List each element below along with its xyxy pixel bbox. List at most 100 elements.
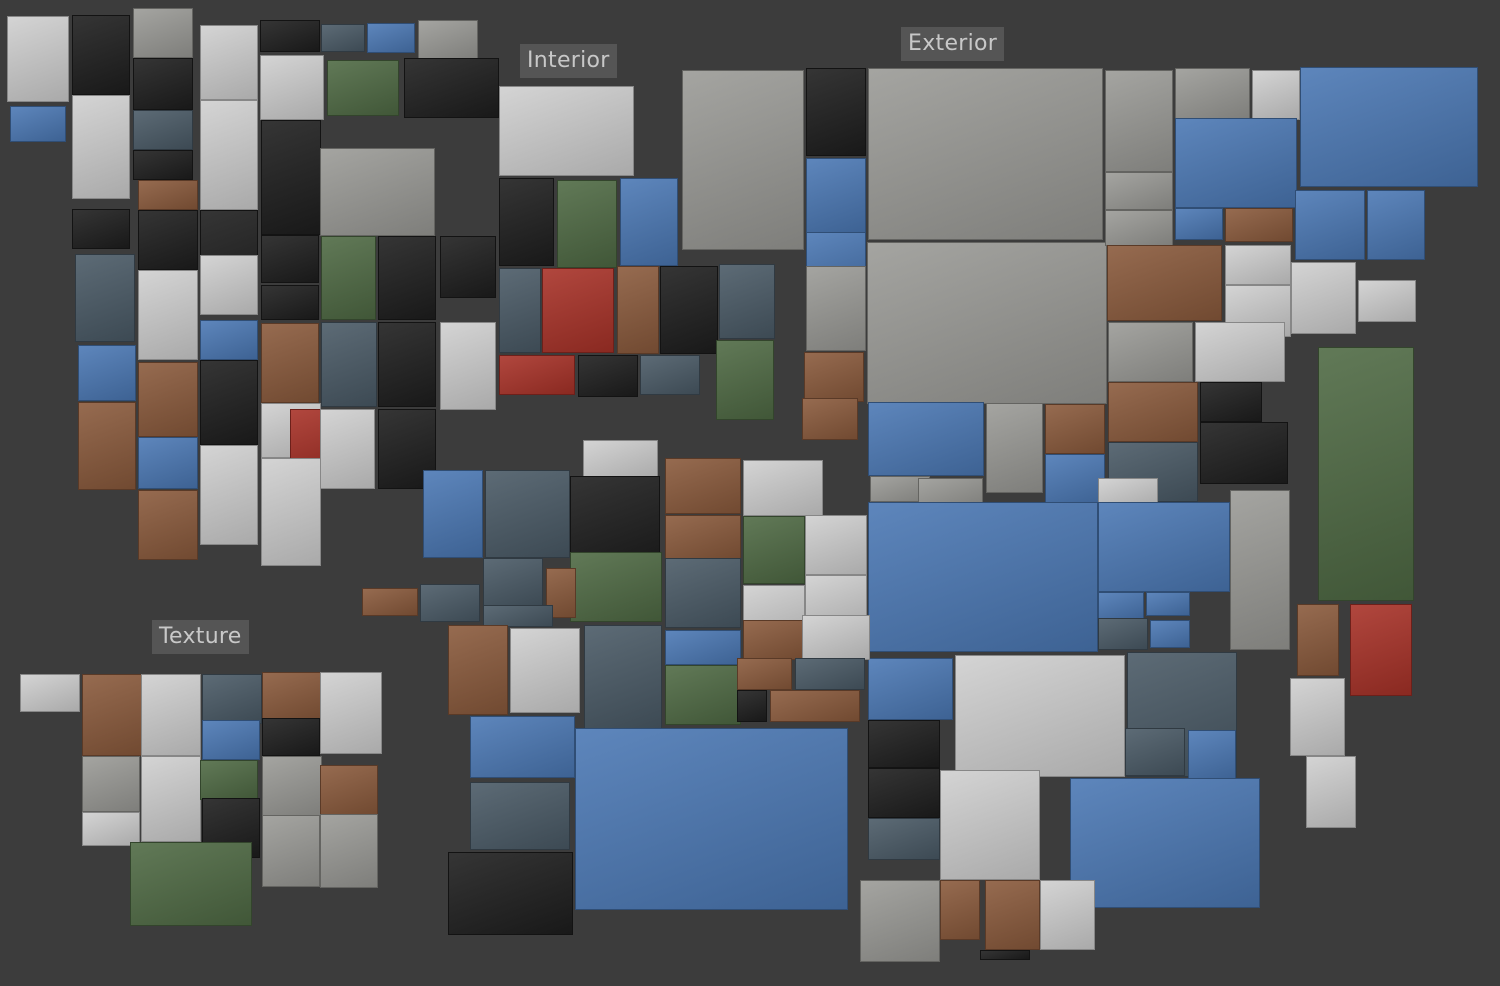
photo-thumbnail[interactable]: [440, 236, 496, 298]
photo-thumbnail[interactable]: [1300, 67, 1478, 187]
photo-thumbnail[interactable]: [737, 690, 767, 722]
photo-thumbnail[interactable]: [82, 812, 140, 846]
photo-thumbnail[interactable]: [802, 615, 870, 660]
photo-thumbnail[interactable]: [420, 584, 480, 622]
photo-thumbnail[interactable]: [138, 437, 198, 489]
photo-thumbnail[interactable]: [440, 322, 496, 410]
photo-thumbnail[interactable]: [138, 362, 198, 437]
photo-thumbnail[interactable]: [320, 409, 375, 489]
photo-thumbnail[interactable]: [1040, 880, 1095, 950]
photo-thumbnail[interactable]: [202, 674, 262, 724]
photo-thumbnail[interactable]: [261, 120, 321, 235]
photo-thumbnail[interactable]: [262, 672, 322, 720]
photo-thumbnail[interactable]: [133, 110, 193, 150]
photo-thumbnail[interactable]: [1175, 118, 1297, 208]
photo-thumbnail[interactable]: [985, 880, 1040, 950]
photo-thumbnail[interactable]: [138, 210, 198, 270]
photo-thumbnail[interactable]: [262, 815, 320, 887]
photo-thumbnail[interactable]: [583, 440, 658, 480]
photo-thumbnail[interactable]: [1098, 592, 1144, 620]
photo-thumbnail[interactable]: [362, 588, 418, 616]
photo-thumbnail[interactable]: [1107, 245, 1222, 321]
photo-thumbnail[interactable]: [485, 470, 570, 558]
photo-thumbnail[interactable]: [1175, 208, 1223, 240]
photo-thumbnail[interactable]: [1195, 322, 1285, 382]
photo-thumbnail[interactable]: [986, 403, 1043, 493]
photo-thumbnail[interactable]: [499, 178, 554, 266]
photo-thumbnail[interactable]: [575, 728, 848, 910]
photo-thumbnail[interactable]: [200, 25, 258, 100]
photo-thumbnail[interactable]: [82, 674, 142, 756]
photo-thumbnail[interactable]: [1200, 382, 1262, 422]
photo-thumbnail[interactable]: [499, 86, 634, 176]
photo-thumbnail[interactable]: [260, 20, 320, 52]
photo-thumbnail[interactable]: [806, 158, 866, 233]
photo-thumbnail[interactable]: [141, 674, 201, 756]
photo-thumbnail[interactable]: [1200, 422, 1288, 484]
photo-thumbnail[interactable]: [804, 352, 864, 402]
photo-thumbnail[interactable]: [578, 355, 638, 397]
photo-thumbnail[interactable]: [78, 402, 136, 490]
photo-thumbnail[interactable]: [200, 320, 258, 360]
photo-thumbnail[interactable]: [868, 818, 940, 860]
photo-thumbnail[interactable]: [138, 180, 198, 210]
photo-thumbnail[interactable]: [1225, 245, 1291, 285]
photo-thumbnail[interactable]: [743, 516, 805, 584]
photo-thumbnail[interactable]: [133, 58, 193, 110]
photo-thumbnail[interactable]: [133, 8, 193, 58]
photo-thumbnail[interactable]: [620, 178, 678, 266]
group-label-texture[interactable]: Texture: [152, 620, 249, 654]
photo-thumbnail[interactable]: [321, 322, 377, 407]
photo-thumbnail[interactable]: [1105, 70, 1173, 172]
photo-thumbnail[interactable]: [980, 950, 1030, 960]
photo-thumbnail[interactable]: [806, 68, 866, 156]
photo-thumbnail[interactable]: [868, 502, 1098, 652]
photo-thumbnail[interactable]: [1105, 210, 1173, 246]
photo-thumbnail[interactable]: [1252, 70, 1300, 120]
photo-thumbnail[interactable]: [320, 148, 435, 236]
photo-thumbnail[interactable]: [868, 68, 1103, 240]
photo-thumbnail[interactable]: [261, 285, 319, 320]
photo-thumbnail[interactable]: [404, 58, 499, 118]
photo-thumbnail[interactable]: [802, 398, 858, 440]
photo-thumbnail[interactable]: [1295, 190, 1365, 260]
photo-thumbnail[interactable]: [770, 690, 860, 722]
photo-thumbnail[interactable]: [1125, 728, 1185, 776]
group-label-exterior[interactable]: Exterior: [901, 27, 1005, 61]
photo-thumbnail[interactable]: [1105, 172, 1173, 210]
photo-thumbnail[interactable]: [262, 718, 320, 756]
photo-thumbnail[interactable]: [557, 180, 617, 268]
photo-thumbnail[interactable]: [1291, 262, 1356, 334]
photo-thumbnail[interactable]: [483, 605, 553, 627]
photo-thumbnail[interactable]: [202, 720, 260, 760]
photo-thumbnail[interactable]: [320, 672, 382, 754]
photo-thumbnail[interactable]: [665, 665, 741, 725]
photo-thumbnail[interactable]: [1297, 604, 1339, 676]
photo-thumbnail[interactable]: [130, 842, 252, 926]
photo-thumbnail[interactable]: [1098, 618, 1148, 650]
photo-thumbnail[interactable]: [78, 345, 136, 401]
photo-thumbnail[interactable]: [200, 255, 258, 315]
photo-thumbnail[interactable]: [448, 625, 508, 715]
photo-thumbnail[interactable]: [510, 628, 580, 713]
photo-thumbnail[interactable]: [261, 323, 319, 403]
photo-thumbnail[interactable]: [418, 20, 478, 60]
photo-thumbnail[interactable]: [805, 515, 867, 575]
photo-thumbnail[interactable]: [1108, 322, 1193, 382]
photo-thumbnail[interactable]: [795, 658, 865, 690]
photo-thumbnail[interactable]: [940, 770, 1040, 880]
photo-thumbnail[interactable]: [665, 630, 741, 665]
photo-thumbnail[interactable]: [470, 716, 575, 778]
photo-thumbnail[interactable]: [1358, 280, 1416, 322]
photo-thumbnail[interactable]: [378, 322, 436, 407]
photo-thumbnail[interactable]: [321, 24, 365, 52]
photo-thumbnail[interactable]: [682, 70, 804, 250]
photo-thumbnail[interactable]: [448, 852, 573, 935]
photo-thumbnail[interactable]: [737, 658, 792, 690]
photo-thumbnail[interactable]: [665, 515, 741, 560]
photo-thumbnail[interactable]: [1367, 190, 1425, 260]
photo-thumbnail[interactable]: [665, 558, 741, 628]
photo-thumbnail[interactable]: [1098, 502, 1230, 592]
photo-thumbnail[interactable]: [955, 655, 1125, 777]
photo-thumbnail[interactable]: [75, 254, 135, 342]
